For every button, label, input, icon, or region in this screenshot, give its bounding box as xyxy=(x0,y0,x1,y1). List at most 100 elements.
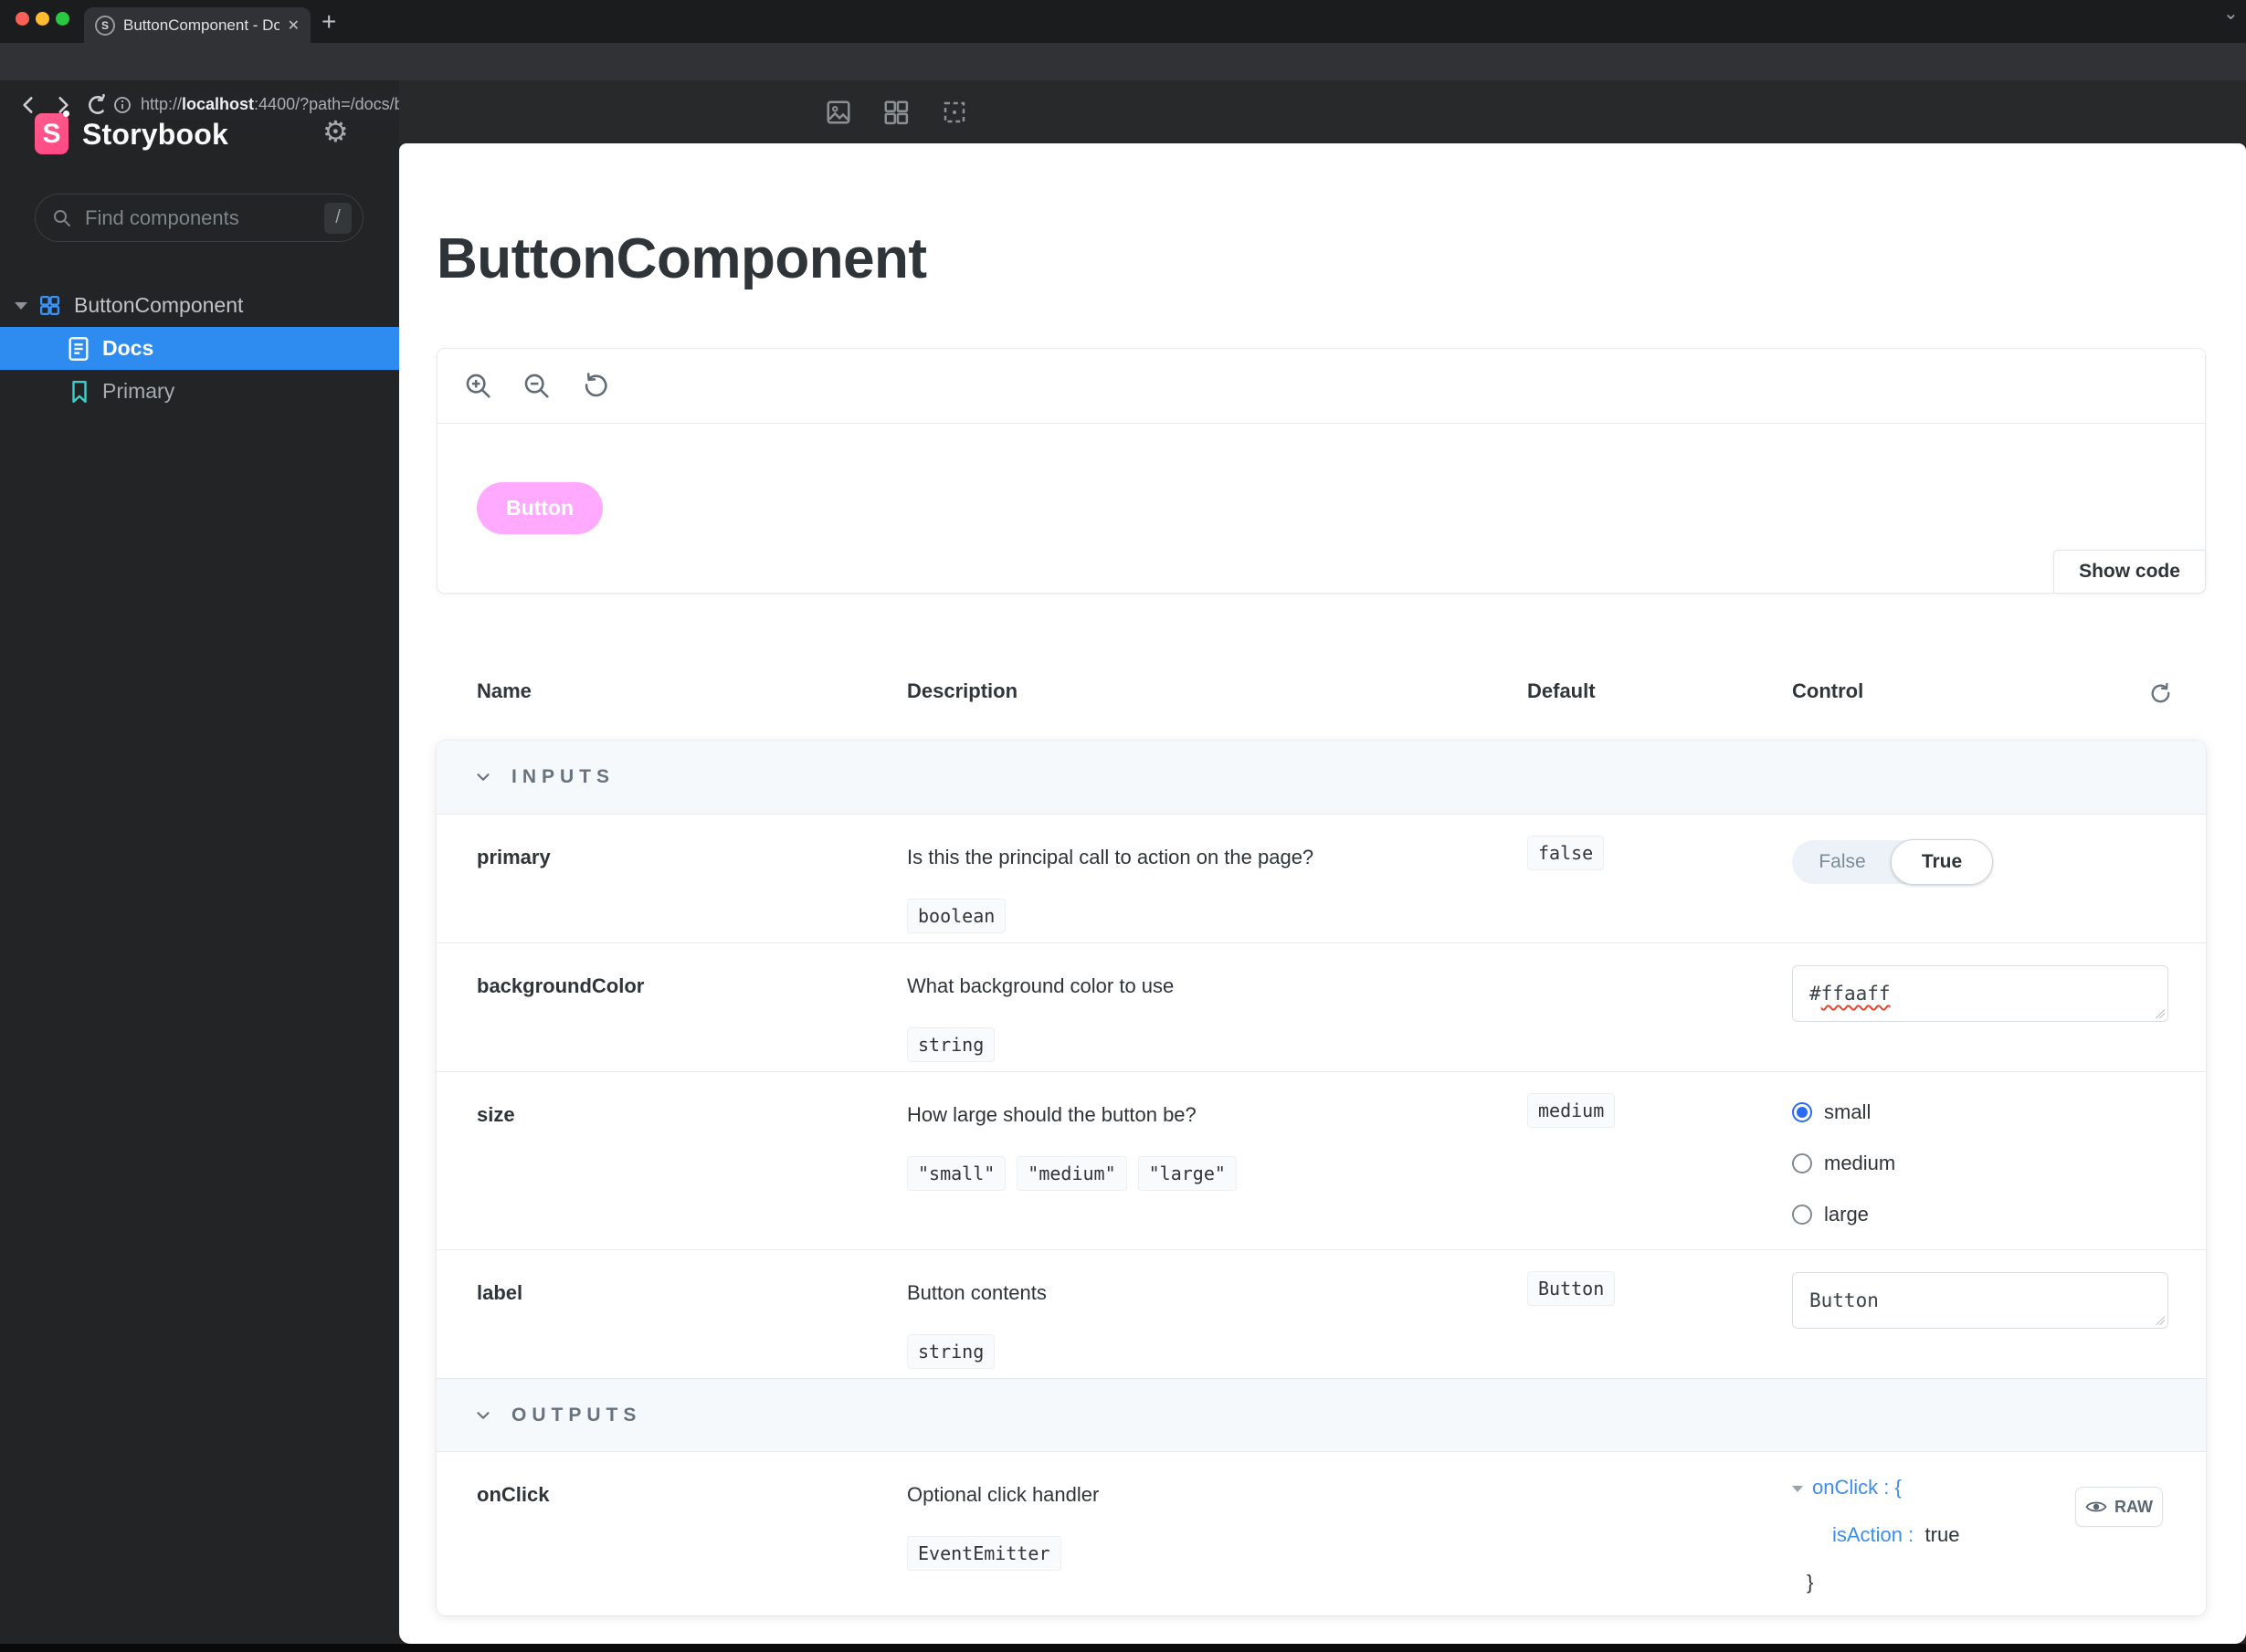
preview-button[interactable]: Button xyxy=(477,482,603,534)
default-chip: Button xyxy=(1527,1271,1616,1306)
radio-label: small xyxy=(1824,1100,1872,1123)
story-preview-card: Button Show code xyxy=(437,348,2206,594)
object-tree-line: isAction : true xyxy=(1832,1523,1960,1546)
zoom-out-icon[interactable] xyxy=(522,371,553,402)
tab-close-icon[interactable]: ✕ xyxy=(288,16,300,35)
backgroundcolor-text-input[interactable]: # ffaaff xyxy=(1792,965,2168,1022)
grid-tool-icon[interactable] xyxy=(882,99,910,126)
arg-description: How large should the button be? xyxy=(907,1103,1197,1126)
column-header-default: Default xyxy=(1527,679,1596,702)
search-icon xyxy=(54,209,70,226)
eye-icon xyxy=(2085,1501,2107,1512)
tree-caret-icon[interactable] xyxy=(1792,1485,1803,1492)
arg-name: size xyxy=(477,1103,515,1126)
brand-title: Storybook xyxy=(82,118,229,151)
type-chip: EventEmitter xyxy=(907,1536,1061,1571)
resize-handle-icon[interactable] xyxy=(2156,1009,2165,1018)
section-header-inputs[interactable]: INPUTS xyxy=(437,741,2206,814)
arg-description: Is this the principal call to action on … xyxy=(907,846,1314,868)
search-input[interactable]: Find components / xyxy=(35,194,364,242)
table-row-onclick: onClick Optional click handler EventEmit… xyxy=(437,1451,2206,1615)
table-row-backgroundcolor: backgroundColor What background color to… xyxy=(437,942,2206,1071)
toggle-false-option[interactable]: False xyxy=(1792,840,1893,884)
radio-option-large[interactable]: large xyxy=(1792,1194,1895,1235)
search-placeholder: Find components xyxy=(85,205,239,229)
page-title: ButtonComponent xyxy=(437,227,927,290)
column-header-name: Name xyxy=(477,679,532,702)
column-header-description: Description xyxy=(907,679,1018,702)
storybook-favicon-icon: S xyxy=(95,15,115,36)
chevron-down-icon xyxy=(477,773,490,781)
window-minimize-button[interactable] xyxy=(36,12,49,26)
window-bottom-edge xyxy=(0,1644,2246,1652)
document-icon xyxy=(69,336,89,361)
zoom-in-icon[interactable] xyxy=(463,371,494,402)
tab-title: ButtonComponent - Docs · St xyxy=(123,16,279,34)
chevron-down-icon xyxy=(477,1411,490,1419)
radio-icon[interactable] xyxy=(1792,1153,1812,1173)
section-label: OUTPUTS xyxy=(511,1404,642,1426)
label-text-input[interactable]: Button xyxy=(1792,1272,2168,1329)
section-header-outputs[interactable]: OUTPUTS xyxy=(437,1378,2206,1451)
arg-name: onClick xyxy=(477,1483,550,1506)
show-code-button[interactable]: Show code xyxy=(2053,550,2206,594)
docs-label: Docs xyxy=(102,336,154,360)
window-zoom-button[interactable] xyxy=(56,12,69,26)
image-tool-icon[interactable] xyxy=(825,99,852,126)
reset-controls-icon[interactable] xyxy=(2148,681,2174,707)
color-value-hash: # xyxy=(1809,983,1821,1005)
column-header-control: Control xyxy=(1792,679,1864,702)
radio-icon[interactable] xyxy=(1792,1205,1812,1225)
arg-description: Optional click handler xyxy=(907,1483,1100,1506)
component-label: ButtonComponent xyxy=(74,293,244,317)
zoom-reset-icon[interactable] xyxy=(580,371,611,402)
table-row-size: size How large should the button be? "sm… xyxy=(437,1071,2206,1249)
sidebar-item-buttoncomponent[interactable]: ButtonComponent xyxy=(0,284,399,327)
radio-option-medium[interactable]: medium xyxy=(1792,1143,1895,1184)
arg-description: Button contents xyxy=(907,1281,1047,1304)
browser-toolbar: http://localhost:4400/?path=/docs/button… xyxy=(0,43,2246,139)
table-row-primary: primary Is this the principal call to ac… xyxy=(437,814,2206,942)
window-close-button[interactable] xyxy=(16,12,29,26)
arg-name: primary xyxy=(477,846,551,868)
default-chip: false xyxy=(1527,836,1605,870)
radio-label: large xyxy=(1824,1203,1869,1226)
radio-selected-icon[interactable] xyxy=(1792,1102,1812,1122)
object-tree-line[interactable]: onClick : { xyxy=(1792,1476,1959,1499)
back-icon[interactable] xyxy=(16,93,40,117)
resize-handle-icon[interactable] xyxy=(2156,1316,2165,1325)
arg-description: What background color to use xyxy=(907,974,1175,997)
expander-caret-icon[interactable] xyxy=(15,301,27,310)
type-chip: string xyxy=(907,1334,996,1369)
option-chip: "medium" xyxy=(1017,1156,1127,1191)
color-value-hex: ffaaff xyxy=(1820,983,1891,1005)
type-chip: boolean xyxy=(907,899,1007,933)
args-table: INPUTS primary Is this the principal cal… xyxy=(437,741,2206,1615)
chevron-down-icon[interactable]: ⌄ xyxy=(2223,2,2239,25)
radio-option-small[interactable]: small xyxy=(1792,1092,1895,1132)
default-chip: medium xyxy=(1527,1093,1616,1128)
outline-tool-icon[interactable] xyxy=(941,99,968,126)
object-tree-line: } xyxy=(1807,1571,1814,1594)
search-shortcut-key: / xyxy=(324,202,352,234)
storybook-logo-dot xyxy=(63,110,69,117)
new-tab-button[interactable]: + xyxy=(322,9,336,35)
browser-tab-bar: S ButtonComponent - Docs · St ✕ + ⌄ xyxy=(0,0,2246,43)
raw-toggle-button[interactable]: RAW xyxy=(2075,1487,2163,1527)
canvas-toolbar xyxy=(399,80,2246,143)
radio-label: medium xyxy=(1824,1152,1896,1174)
option-chip: "small" xyxy=(907,1156,1007,1191)
site-info-icon[interactable] xyxy=(113,96,132,114)
sidebar-item-primary[interactable]: Primary xyxy=(0,370,399,413)
preview-toolbar-divider xyxy=(438,423,2205,424)
boolean-toggle[interactable]: False True xyxy=(1792,839,1993,885)
storybook-logo-icon: S xyxy=(35,113,69,154)
arg-name: backgroundColor xyxy=(477,974,645,997)
raw-label: RAW xyxy=(2114,1497,2153,1516)
sidebar-item-docs[interactable]: Docs xyxy=(0,327,399,370)
option-chip: "large" xyxy=(1137,1156,1237,1191)
gear-icon[interactable]: ⚙ xyxy=(322,114,349,149)
section-label: INPUTS xyxy=(511,766,616,787)
toggle-true-option[interactable]: True xyxy=(1891,839,1993,885)
browser-tab[interactable]: S ButtonComponent - Docs · St ✕ xyxy=(84,7,311,43)
